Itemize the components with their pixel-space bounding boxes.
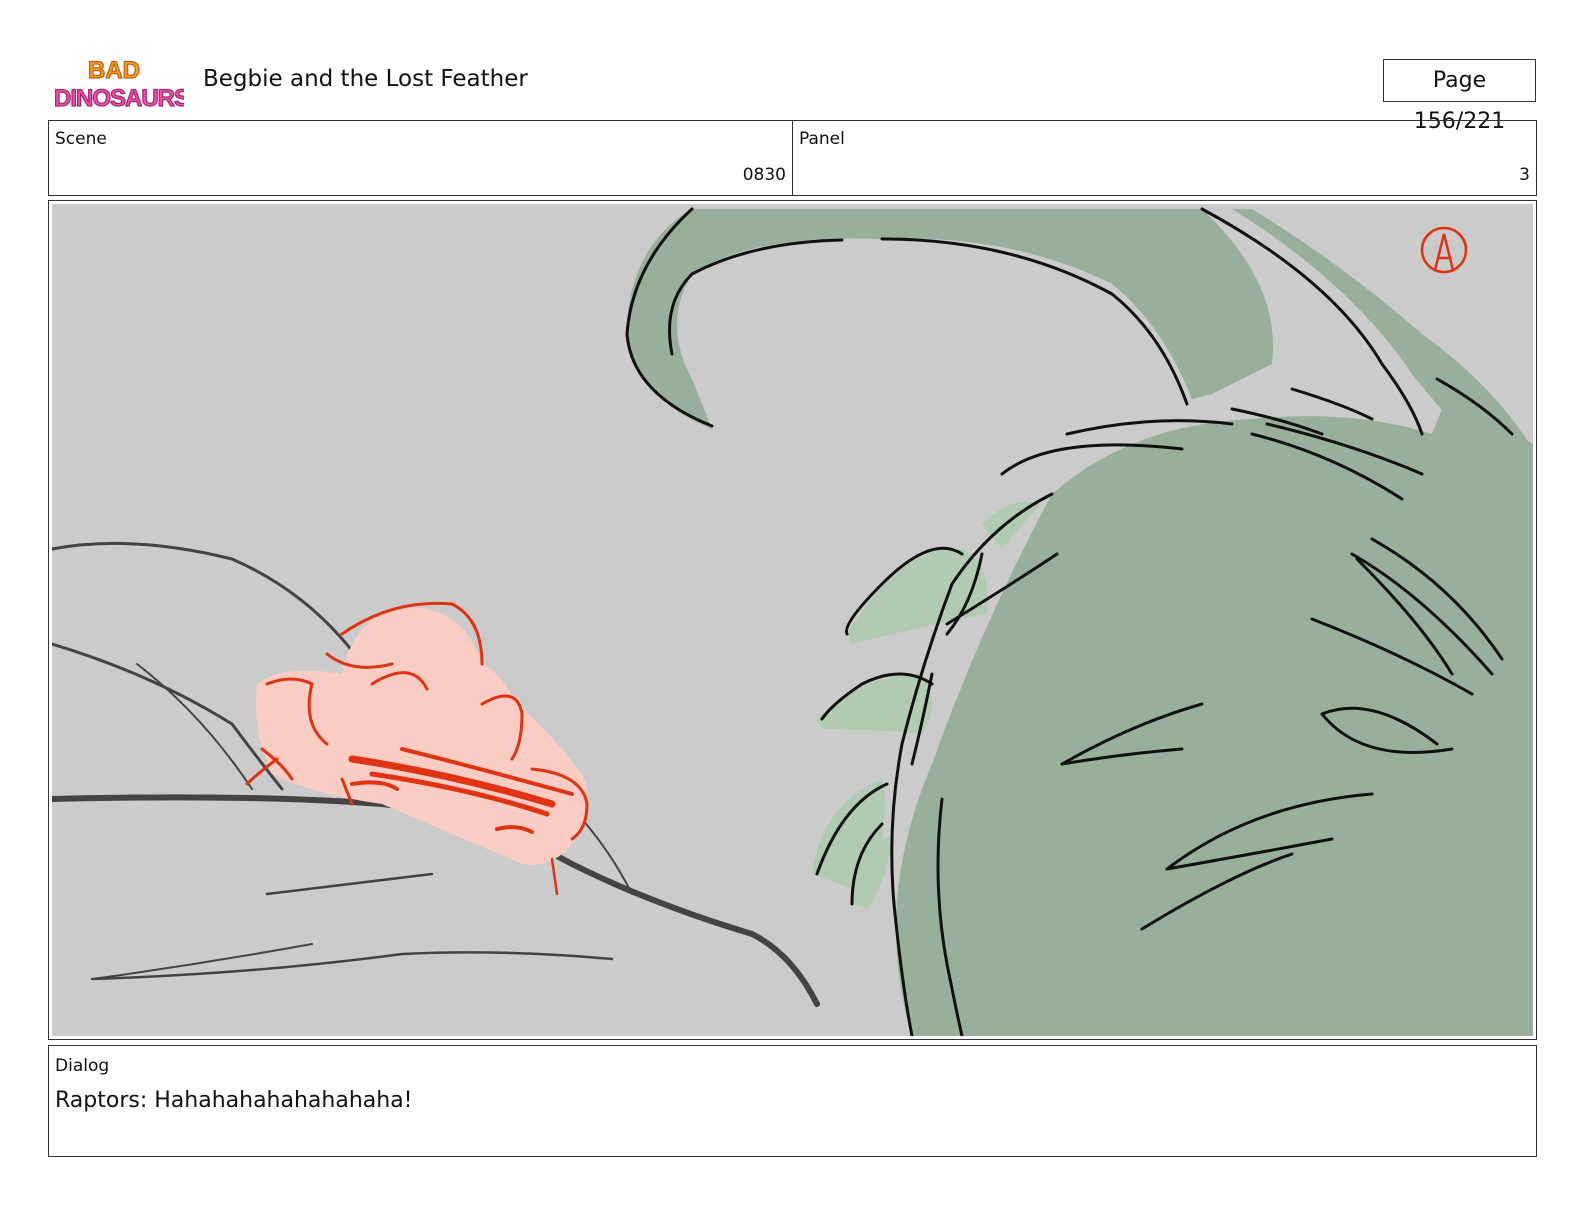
scene-cell: Scene 0830 [49,121,792,195]
panel-illustration [52,204,1533,1036]
storyboard-panel [48,200,1537,1040]
svg-text:DINOSAURS: DINOSAURS [54,85,184,112]
bad-dinosaurs-logo: BAD DINOSAURS [53,56,184,112]
dialog-box: Dialog Raptors: Hahahahahahahahaha! [48,1045,1537,1157]
panel-label: Panel [799,129,845,149]
scene-label: Scene [55,129,107,149]
dialog-text: Raptors: Hahahahahahahahaha! [55,1088,413,1113]
scene-panel-info: Scene 0830 Panel 3 [48,120,1537,196]
document-title: Begbie and the Lost Feather [203,66,528,92]
panel-cell: Panel 3 [792,121,1536,195]
panel-number: 3 [1519,165,1530,185]
scene-number: 0830 [742,165,786,185]
dialog-label: Dialog [55,1056,110,1076]
page-number: Page 156/221 [1383,59,1536,134]
svg-text:BAD: BAD [88,57,140,84]
